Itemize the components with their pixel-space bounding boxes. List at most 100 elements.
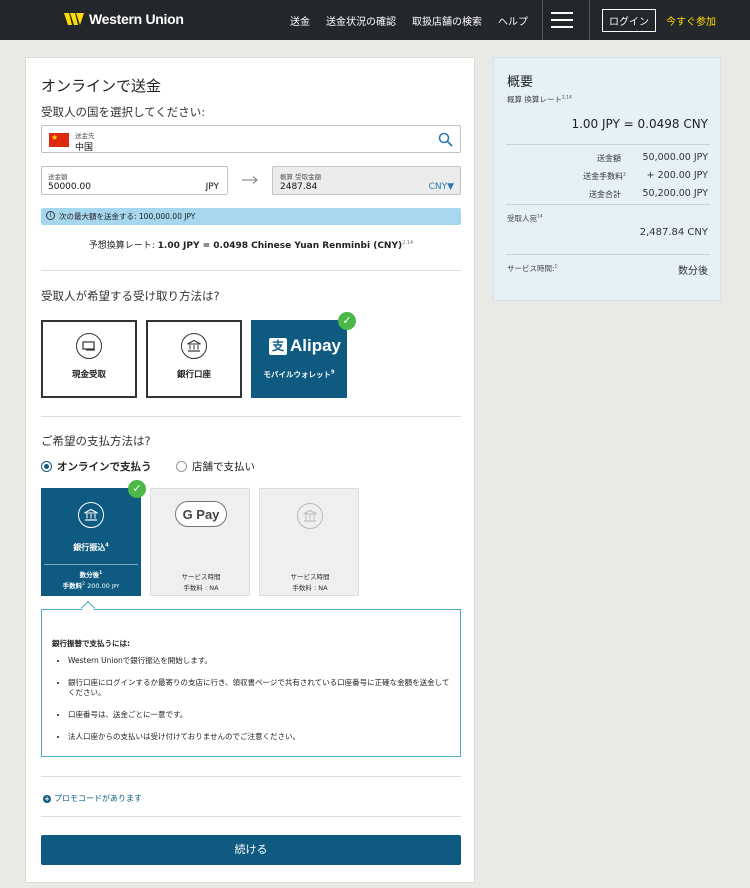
transfer-fee: 手数料2 200.00 JPY [41,580,141,590]
receive-method-bank[interactable]: 銀行口座 [146,320,242,398]
fee-label: 手数料 [62,582,83,590]
destination-value: 中国 [75,143,94,153]
login-button[interactable]: ログイン [602,8,656,32]
nav-divider [542,0,543,40]
footnote: 2 [82,581,86,587]
rate-label: 概算 換算レート2,14 [507,94,572,105]
recipient-amount: 2,487.84 CNY [639,227,708,238]
summary-row-label: 送金額 [597,154,621,163]
summary-divider [506,144,710,145]
max-amount-notice: i 次の最大額を送金する: 100,000.00 JPY [41,208,461,225]
footnote: 9 [331,369,335,376]
divider [41,416,461,417]
footnote: 1 [99,570,103,576]
summary-rate-value: 1.00 JPY = 0.0498 CNY [571,117,708,131]
send-amount-label: 送金額 [48,173,68,181]
summary-divider [506,204,710,205]
radio-selected-icon [41,461,52,472]
instructions-title: 銀行振替で支払うには: [52,639,130,648]
nav-find-location[interactable]: 取扱店舗の検索 [412,13,482,28]
summary-panel: 概要 概算 換算レート2,14 1.00 JPY = 0.0498 CNY 送金… [493,57,721,301]
pay-card-disabled[interactable]: サービス時間 手数料 : NA [259,488,359,596]
send-amount-value: 50000.00 [48,182,91,192]
mobile-wallet-label: モバイルウォレット [263,370,332,379]
receive-method-cash[interactable]: 現金受取 [41,320,137,398]
pay-in-store-radio[interactable]: 店舗で支払い [176,459,255,474]
fee-label-text: 送金手数料 [583,172,624,181]
receive-method-prompt: 受取人が希望する受け取り方法は? [41,289,220,303]
footnote: 2 [623,172,626,178]
menu-icon[interactable] [551,12,573,28]
summary-row-label: 送金手数料2 [556,171,626,182]
footnote: 2,14 [561,95,572,101]
instructions-list: Western Unionで銀行振込を開始します。 銀行口座にログインするか最寄… [42,656,454,754]
google-pay-logo: G Pay [175,501,227,527]
nav-help[interactable]: ヘルプ [498,13,528,28]
instruction-item: 銀行口座にログインするか最寄りの支店に行き、領収書ページで共有されている口座番号… [68,678,454,698]
receive-method-mobile-wallet[interactable]: 支 Alipay モバイルウォレット9 [251,320,347,398]
service-time-label: サービス時間 [290,573,330,581]
recipient-label-text: 受取人宛 [507,214,537,223]
nav-track[interactable]: 送金状況の確認 [326,13,396,28]
cash-icon [76,333,102,359]
nav-divider [589,0,590,40]
rate-value: 1.00 JPY = 0.0498 Chinese Yuan Renminbi … [157,241,403,251]
summary-title: 概要 [507,75,534,90]
pay-online-radio[interactable]: オンラインで支払う [41,459,152,474]
google-pay-brand: G Pay [182,506,220,522]
footnote: 14 [537,214,543,220]
nav-send[interactable]: 送金 [290,13,310,28]
receive-amount-field[interactable]: 概算 受取金額 2487.84 CNY▼ [272,166,461,195]
send-amount-field[interactable]: 送金額 50000.00 JPY [41,166,228,195]
plus-icon: + [43,794,51,803]
divider [41,270,461,271]
rate-footnote: 2,14 [402,240,414,246]
summary-row-label: 送金合計 [589,190,621,199]
service-time-label: サービス時間:1 [507,263,557,274]
max-amount-text: 次の最大額を送金する: 100,000.00 JPY [59,212,196,221]
footnote: 1 [554,264,558,270]
summary-row-value: + 200.00 JPY [646,170,708,181]
fee-line: 手数料 : NA [292,584,328,592]
delivery-time-text: 数分後 [79,571,100,579]
card-divider [44,564,138,565]
bank-icon [78,502,104,528]
selected-check-icon: ✓ [128,480,146,498]
instruction-item: 口座番号は、送金ごとに一意です。 [68,710,454,720]
radio-unselected-icon [176,461,187,472]
promo-code-link[interactable]: + プロモコードがあります [43,793,142,804]
bank-icon [181,333,207,359]
summary-divider [506,254,710,255]
service-time-value: 数分後 [678,266,708,277]
alipay-logo: 支 Alipay [269,336,341,356]
western-union-logo[interactable]: Western Union [64,11,184,27]
page-title: オンラインで送金 [41,77,162,95]
bank-icon [297,503,323,529]
arrow-right-icon [242,176,258,184]
receive-currency-dropdown[interactable]: CNY▼ [429,182,454,192]
footnote: 4 [105,542,109,549]
service-time-text: サービス時間: [507,264,555,273]
pay-card-bank-transfer[interactable]: 銀行振込4 数分後1 手数料2 200.00 JPY [41,488,141,596]
pay-card-google-pay[interactable]: G Pay サービス時間 手数料 : NA [150,488,250,596]
rate-prefix: 予想換算レート: [88,241,158,251]
receive-method-label: モバイルウォレット9 [253,369,345,380]
selected-check-icon: ✓ [338,312,356,330]
alipay-icon: 支 [269,337,287,355]
wu-logo-icon [64,13,84,25]
alipay-brand: Alipay [290,336,342,355]
summary-row-value: 50,000.00 JPY [642,152,709,163]
continue-button[interactable]: 続ける [41,835,461,865]
signup-link[interactable]: 今すぐ参加 [666,13,716,28]
china-flag-icon [49,133,69,147]
destination-country-field[interactable]: 送金先 中国 [41,125,461,153]
receive-amount-label: 概算 受取金額 [280,173,322,181]
service-time-label: サービス時間 [181,573,221,581]
fee-line: 手数料 : NA [183,584,219,592]
info-icon: i [46,211,55,220]
destination-label: 送金先 [75,132,95,140]
fee-currency: JPY [111,584,120,590]
search-icon[interactable] [438,132,453,147]
divider [41,816,461,817]
send-money-form: オンラインで送金 受取人の国を選択してください: 送金先 中国 送金額 5000… [25,57,475,883]
